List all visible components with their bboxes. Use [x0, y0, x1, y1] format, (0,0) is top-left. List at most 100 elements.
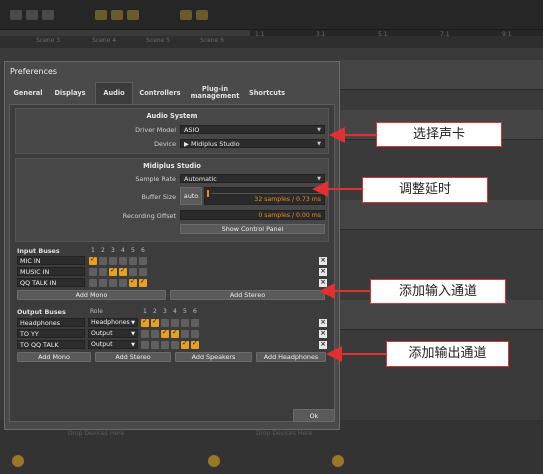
channel-checkbox[interactable] — [191, 319, 199, 327]
drop-devices-hint: Drop Devices Here — [256, 430, 313, 437]
channel-checkbox[interactable] — [161, 328, 169, 338]
tab-controllers[interactable]: Controllers — [135, 82, 185, 104]
scene-label[interactable]: Scene 5 — [146, 37, 170, 47]
show-control-panel-button[interactable]: Show Control Panel — [180, 224, 325, 234]
tab-bar: General Displays Audio Controllers Plug-… — [9, 82, 335, 104]
channel-checkbox[interactable] — [181, 339, 189, 349]
channel-checkbox[interactable] — [139, 257, 147, 265]
section-title: Midiplus Studio — [143, 162, 201, 170]
channel-checkbox[interactable] — [161, 341, 169, 349]
channel-checkbox[interactable] — [109, 257, 117, 265]
transport-button[interactable] — [196, 10, 208, 20]
channel-checkbox[interactable] — [191, 330, 199, 338]
role-value: Headphones — [91, 319, 130, 326]
channel-checkbox[interactable] — [89, 279, 97, 287]
track-button[interactable] — [332, 455, 344, 467]
channel-checkbox[interactable] — [119, 266, 127, 276]
channel-checkbox[interactable] — [109, 279, 117, 287]
scene-label[interactable]: Scene 6 — [200, 37, 224, 47]
output-bus-name[interactable]: TO YY — [17, 329, 85, 338]
channel-checkbox[interactable] — [151, 341, 159, 349]
channel-checkbox[interactable] — [141, 330, 149, 338]
buffer-size-slider[interactable]: 32 samples / 0.73 ms — [204, 187, 325, 205]
channel-number: 2 — [101, 247, 105, 254]
tab-audio[interactable]: Audio — [95, 82, 133, 104]
channel-checkbox[interactable] — [89, 268, 97, 276]
channel-checkbox[interactable] — [119, 279, 127, 287]
channel-checkbox[interactable] — [139, 268, 147, 276]
transport-button[interactable] — [42, 10, 54, 20]
add-stereo-input-button[interactable]: Add Stereo — [170, 290, 325, 300]
add-mono-input-button[interactable]: Add Mono — [17, 290, 166, 300]
role-select[interactable]: Output ▼ — [88, 329, 138, 338]
channel-checkbox[interactable] — [89, 255, 97, 265]
scene-label[interactable]: Scene 4 — [92, 37, 116, 47]
transport-button[interactable] — [127, 10, 139, 20]
role-select[interactable]: Output ▼ — [88, 340, 138, 349]
sample-rate-select[interactable]: Automatic ▼ — [180, 174, 325, 183]
input-bus-name[interactable]: QQ TALK IN — [17, 278, 85, 287]
add-mono-output-button[interactable]: Add Mono — [17, 352, 91, 362]
tab-displays[interactable]: Displays — [49, 82, 91, 104]
ok-button[interactable]: Ok — [293, 409, 335, 422]
channel-checkbox[interactable] — [129, 257, 137, 265]
ruler-mark: 5.1 — [378, 31, 388, 38]
channel-checkbox[interactable] — [109, 266, 117, 276]
tab-plugin-management[interactable]: Plug-in management — [189, 82, 241, 104]
transport-button[interactable] — [10, 10, 22, 20]
drop-devices-hint: Drop Devices Here — [68, 430, 125, 437]
remove-bus-icon[interactable]: × — [319, 330, 327, 338]
remove-bus-icon[interactable]: × — [319, 279, 327, 287]
channel-number: 5 — [183, 308, 187, 315]
tab-general[interactable]: General — [9, 82, 47, 104]
slider-handle[interactable] — [207, 190, 209, 197]
device-select[interactable]: ▶ Midiplus Studio ▼ — [180, 139, 325, 148]
channel-checkbox[interactable] — [191, 339, 199, 349]
channel-checkbox[interactable] — [99, 268, 107, 276]
channel-checkbox[interactable] — [161, 319, 169, 327]
buffer-auto-button[interactable]: auto — [180, 187, 202, 205]
add-stereo-output-button[interactable]: Add Stereo — [95, 352, 171, 362]
channel-checkbox[interactable] — [171, 319, 179, 327]
track-button[interactable] — [12, 455, 24, 467]
track-lane — [340, 200, 543, 230]
add-speakers-button[interactable]: Add Speakers — [175, 352, 252, 362]
output-bus-name[interactable]: TO QQ TALK — [17, 340, 85, 349]
channel-checkbox[interactable] — [181, 330, 189, 338]
channel-checkbox[interactable] — [141, 341, 149, 349]
channel-checkbox[interactable] — [151, 317, 159, 327]
remove-bus-icon[interactable]: × — [319, 268, 327, 276]
transport-button[interactable] — [26, 10, 38, 20]
channel-checkbox[interactable] — [151, 330, 159, 338]
channel-checkbox[interactable] — [171, 341, 179, 349]
channel-checkbox[interactable] — [139, 277, 147, 287]
channel-checkbox[interactable] — [129, 277, 137, 287]
record-button[interactable] — [95, 10, 107, 20]
annotation-add-input: 添加输入通道 — [370, 279, 506, 304]
channel-checkbox[interactable] — [99, 257, 107, 265]
channel-checkbox[interactable] — [119, 257, 127, 265]
track-button[interactable] — [208, 455, 220, 467]
transport-button[interactable] — [111, 10, 123, 20]
channel-checkbox[interactable] — [129, 268, 137, 276]
channel-checkbox[interactable] — [141, 317, 149, 327]
input-bus-name[interactable]: MIC IN — [17, 256, 85, 265]
output-bus-row: TO QQ TALK Output ▼ × — [15, 339, 329, 350]
channel-checkbox[interactable] — [181, 319, 189, 327]
tab-shortcuts[interactable]: Shortcuts — [245, 82, 289, 104]
remove-bus-icon[interactable]: × — [319, 341, 327, 349]
scene-label[interactable]: Scene 3 — [36, 37, 60, 47]
channel-checkbox[interactable] — [99, 279, 107, 287]
channel-checkbox[interactable] — [171, 328, 179, 338]
recording-offset-field[interactable]: 0 samples / 0.00 ms — [180, 210, 325, 220]
output-bus-name[interactable]: Headphones — [17, 318, 85, 327]
add-headphones-button[interactable]: Add Headphones — [256, 352, 326, 362]
channel-number: 6 — [141, 247, 145, 254]
role-select[interactable]: Headphones ▼ — [88, 318, 138, 327]
channel-number: 1 — [91, 247, 95, 254]
remove-bus-icon[interactable]: × — [319, 319, 327, 327]
input-bus-name[interactable]: MUSIC IN — [17, 267, 85, 276]
driver-model-select[interactable]: ASIO ▼ — [180, 125, 325, 134]
remove-bus-icon[interactable]: × — [319, 257, 327, 265]
transport-button[interactable] — [180, 10, 192, 20]
